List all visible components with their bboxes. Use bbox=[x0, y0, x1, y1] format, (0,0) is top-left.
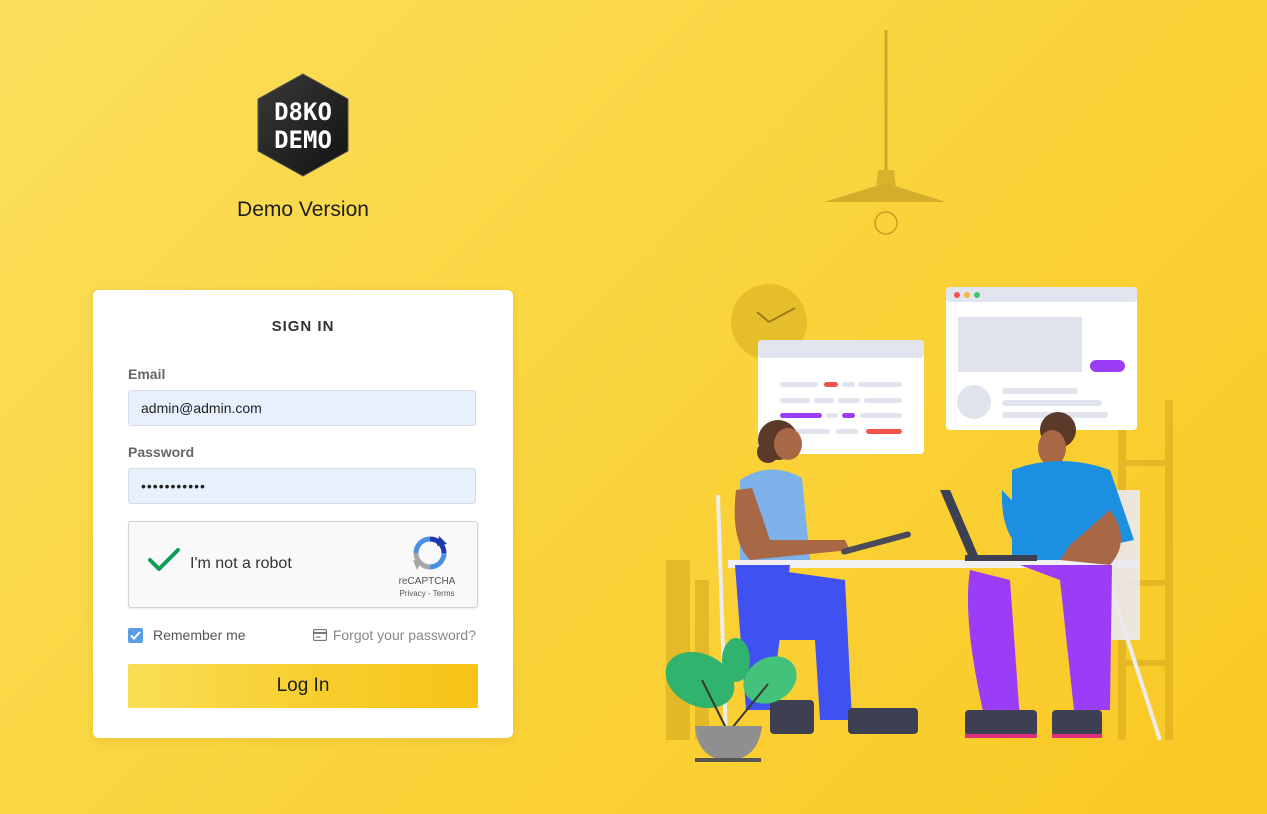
email-field[interactable] bbox=[128, 390, 476, 426]
signin-title: SIGN IN bbox=[271, 318, 335, 335]
lamp-icon bbox=[824, 30, 946, 235]
login-button[interactable]: Log In bbox=[128, 664, 478, 708]
signin-card: SIGN IN Email Password I'm not a robot r… bbox=[93, 290, 513, 738]
recaptcha-widget[interactable]: I'm not a robot reCAPTCHA Privacy - Term… bbox=[128, 521, 478, 608]
forgot-password-label[interactable]: Forgot your password? bbox=[333, 627, 476, 643]
brand-header: D8KO DEMO Demo Version bbox=[183, 72, 423, 222]
email-label: Email bbox=[128, 366, 166, 382]
browser-window-icon bbox=[946, 287, 1137, 430]
logo-icon: D8KO DEMO bbox=[257, 73, 349, 177]
password-field[interactable] bbox=[128, 468, 476, 504]
version-label: Demo Version bbox=[237, 198, 369, 221]
logo-line2: DEMO bbox=[274, 126, 332, 154]
checkmark-icon[interactable] bbox=[147, 546, 181, 574]
logo-line1: D8KO bbox=[274, 98, 332, 126]
checkbox-icon[interactable] bbox=[128, 627, 143, 643]
office-illustration bbox=[665, 30, 1173, 762]
remember-me-label[interactable]: Remember me bbox=[153, 627, 246, 643]
forgot-password-link[interactable]: Forgot your password? bbox=[312, 627, 476, 643]
remember-me-checkbox[interactable]: Remember me bbox=[128, 627, 246, 643]
captcha-label: I'm not a robot bbox=[190, 555, 292, 572]
captcha-links[interactable]: Privacy - Terms bbox=[387, 589, 467, 598]
man-figure-icon bbox=[940, 412, 1134, 738]
recaptcha-icon bbox=[413, 536, 447, 570]
credit-card-icon bbox=[312, 629, 327, 641]
password-label: Password bbox=[128, 444, 195, 460]
captcha-brand: reCAPTCHA bbox=[398, 576, 456, 587]
